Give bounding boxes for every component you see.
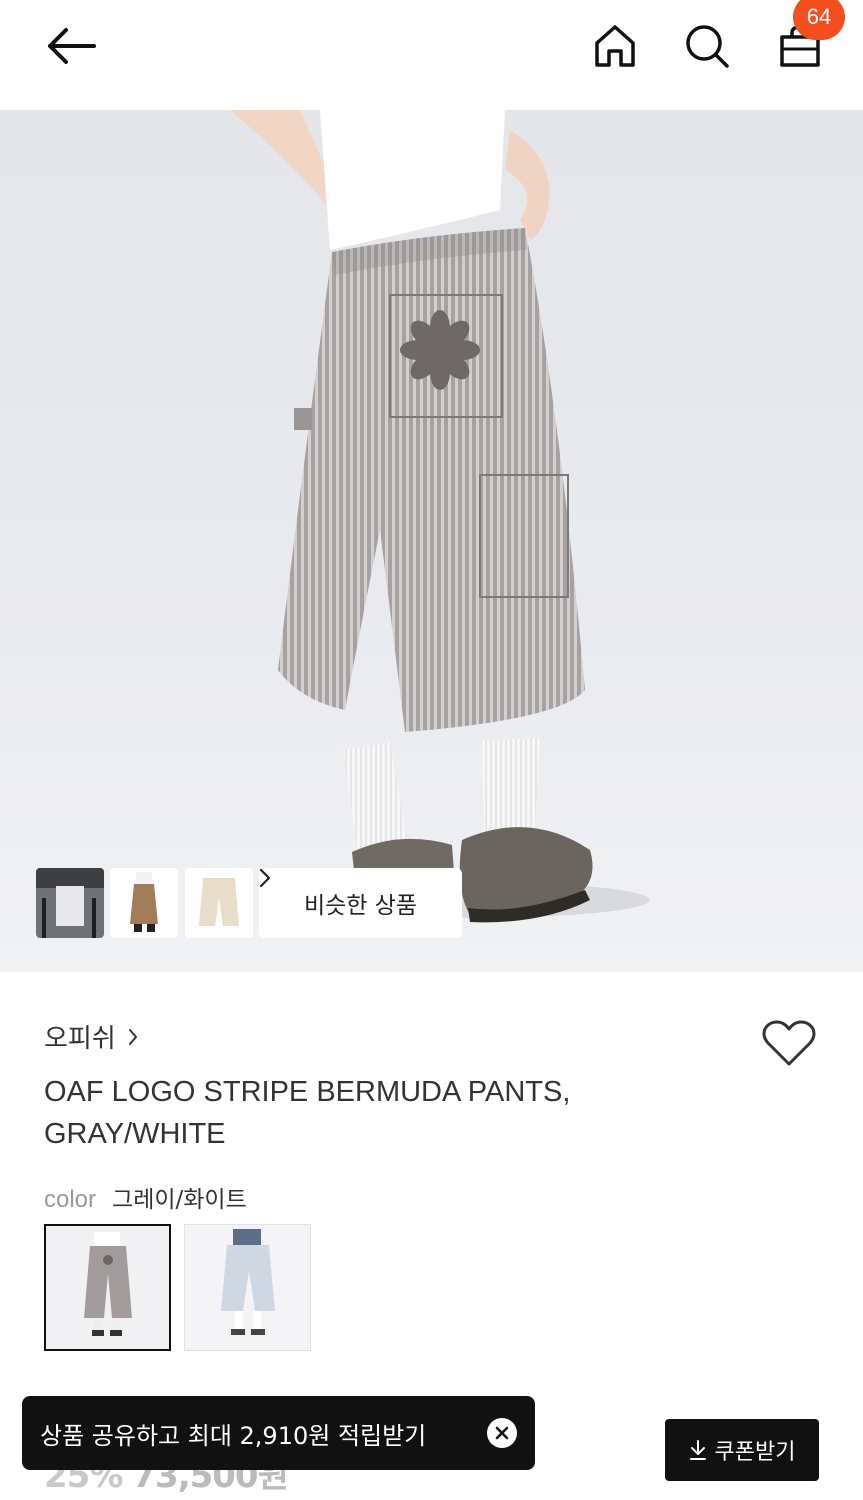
thumbnail-1[interactable] — [36, 868, 104, 938]
color-selector-label: color 그레이/화이트 — [44, 1180, 247, 1214]
thumbnail-image — [185, 868, 253, 938]
swatch-image — [46, 1226, 169, 1349]
swatch-image — [185, 1225, 310, 1350]
color-swatch-gray[interactable] — [44, 1224, 171, 1351]
heart-icon — [762, 1020, 816, 1066]
similar-products-label: 비슷한 상품 — [303, 893, 418, 919]
thumbnail-2[interactable] — [110, 868, 178, 938]
top-bar: 64 — [0, 0, 863, 110]
cart-count-badge: 64 — [793, 0, 845, 40]
coupon-label: 쿠폰받기 — [714, 1440, 796, 1465]
search-icon — [686, 25, 729, 68]
download-icon — [689, 1440, 706, 1460]
product-title: OAF LOGO STRIPE BERMUDA PANTS, GRAY/WHIT… — [44, 1076, 571, 1150]
chevron-right-icon — [128, 1028, 137, 1045]
search-button[interactable] — [677, 16, 737, 76]
chevron-right-icon — [259, 868, 271, 888]
thumbnail-3[interactable] — [185, 868, 253, 938]
thumbnail-image — [36, 868, 104, 938]
close-icon — [495, 1426, 509, 1440]
product-hero-image[interactable]: 비슷한 상품 — [0, 110, 863, 972]
arrow-left-icon — [48, 28, 96, 64]
brand-name: 오피쉬 — [44, 1024, 116, 1054]
product-photo — [230, 110, 650, 923]
share-reward-toast[interactable]: 상품 공유하고 최대 2,910원 적립받기 — [22, 1396, 535, 1470]
thumbnail-image — [110, 868, 178, 938]
similar-products-button[interactable]: 비슷한 상품 — [259, 868, 462, 938]
toast-message: 상품 공유하고 최대 2,910원 적립받기 — [40, 1421, 427, 1450]
home-icon — [595, 25, 635, 67]
wishlist-button[interactable] — [756, 1014, 822, 1074]
back-button[interactable] — [40, 16, 100, 76]
toast-close-button[interactable] — [487, 1418, 517, 1448]
home-button[interactable] — [585, 16, 645, 76]
color-swatch-light-blue[interactable] — [184, 1224, 311, 1351]
selected-color-value: 그레이/화이트 — [112, 1187, 247, 1213]
get-coupon-button[interactable]: 쿠폰받기 — [665, 1419, 819, 1481]
color-label: color — [44, 1186, 97, 1213]
brand-link[interactable]: 오피쉬 — [44, 1018, 138, 1055]
